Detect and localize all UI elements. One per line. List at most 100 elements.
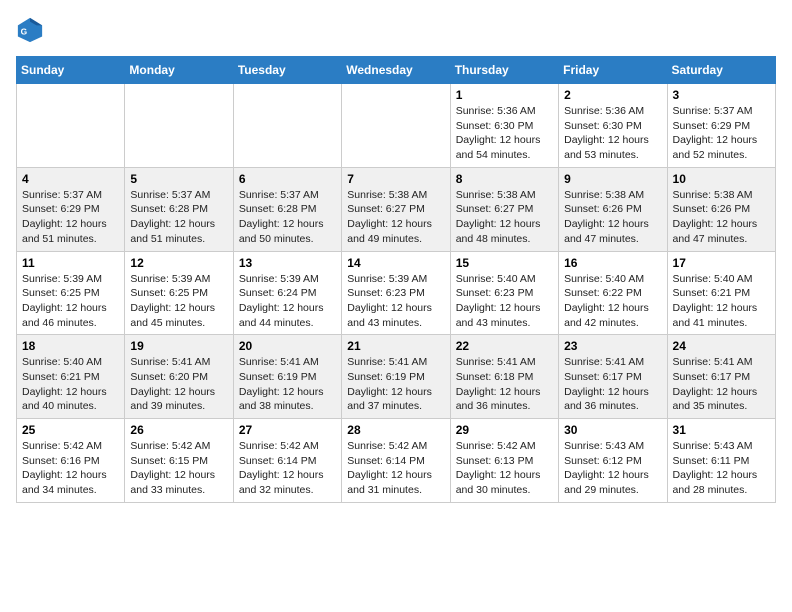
svg-text:G: G: [21, 27, 28, 37]
day-number: 27: [239, 423, 336, 437]
cell-content: Sunrise: 5:37 AM Sunset: 6:29 PM Dayligh…: [673, 104, 770, 163]
calendar-body: 1 Sunrise: 5:36 AM Sunset: 6:30 PM Daylig…: [17, 84, 776, 503]
cell-content: Sunrise: 5:38 AM Sunset: 6:27 PM Dayligh…: [347, 188, 444, 247]
cell-content: Sunrise: 5:38 AM Sunset: 6:26 PM Dayligh…: [564, 188, 661, 247]
calendar-cell: 8Sunrise: 5:38 AM Sunset: 6:27 PM Daylig…: [450, 167, 558, 251]
cell-content: Sunrise: 5:41 AM Sunset: 6:20 PM Dayligh…: [130, 355, 227, 414]
day-number: 28: [347, 423, 444, 437]
day-number: 15: [456, 256, 553, 270]
cell-content: Sunrise: 5:36 AM Sunset: 6:30 PM Dayligh…: [564, 104, 661, 163]
calendar-row: 25Sunrise: 5:42 AM Sunset: 6:16 PM Dayli…: [17, 419, 776, 503]
calendar-cell: 31 Sunrise: 5:43 AM Sunset: 6:11 PM Dayli…: [667, 419, 775, 503]
day-number: 11: [22, 256, 119, 270]
logo-icon: G: [16, 16, 44, 44]
page-header: G: [16, 16, 776, 44]
cell-content: Sunrise: 5:42 AM Sunset: 6:14 PM Dayligh…: [239, 439, 336, 498]
calendar-cell: 12 Sunrise: 5:39 AM Sunset: 6:25 PM Dayli…: [125, 251, 233, 335]
cell-content: Sunrise: 5:42 AM Sunset: 6:13 PM Dayligh…: [456, 439, 553, 498]
day-number: 1: [456, 88, 553, 102]
calendar-cell: 7 Sunrise: 5:38 AM Sunset: 6:27 PM Daylig…: [342, 167, 450, 251]
day-number: 7: [347, 172, 444, 186]
cell-content: Sunrise: 5:39 AM Sunset: 6:25 PM Dayligh…: [130, 272, 227, 331]
calendar-cell: [342, 84, 450, 168]
calendar-table: SundayMondayTuesdayWednesdayThursdayFrid…: [16, 56, 776, 503]
calendar-cell: 9 Sunrise: 5:38 AM Sunset: 6:26 PM Daylig…: [559, 167, 667, 251]
calendar-cell: 26Sunrise: 5:42 AM Sunset: 6:15 PM Dayli…: [125, 419, 233, 503]
cell-content: Sunrise: 5:40 AM Sunset: 6:21 PM Dayligh…: [22, 355, 119, 414]
cell-content: Sunrise: 5:42 AM Sunset: 6:15 PM Dayligh…: [130, 439, 227, 498]
day-number: 5: [130, 172, 227, 186]
cell-content: Sunrise: 5:36 AM Sunset: 6:30 PM Dayligh…: [456, 104, 553, 163]
day-number: 31: [673, 423, 770, 437]
calendar-row: 4 Sunrise: 5:37 AM Sunset: 6:29 PM Daylig…: [17, 167, 776, 251]
day-number: 19: [130, 339, 227, 353]
calendar-cell: 24 Sunrise: 5:41 AM Sunset: 6:17 PM Dayli…: [667, 335, 775, 419]
calendar-cell: 25Sunrise: 5:42 AM Sunset: 6:16 PM Dayli…: [17, 419, 125, 503]
calendar-cell: [17, 84, 125, 168]
cell-content: Sunrise: 5:38 AM Sunset: 6:26 PM Dayligh…: [673, 188, 770, 247]
cell-content: Sunrise: 5:40 AM Sunset: 6:23 PM Dayligh…: [456, 272, 553, 331]
day-number: 9: [564, 172, 661, 186]
calendar-cell: 27 Sunrise: 5:42 AM Sunset: 6:14 PM Dayli…: [233, 419, 341, 503]
calendar-cell: [233, 84, 341, 168]
calendar-row: 18 Sunrise: 5:40 AM Sunset: 6:21 PM Dayli…: [17, 335, 776, 419]
day-number: 29: [456, 423, 553, 437]
header-day: Friday: [559, 57, 667, 84]
day-number: 18: [22, 339, 119, 353]
calendar-cell: 15 Sunrise: 5:40 AM Sunset: 6:23 PM Dayli…: [450, 251, 558, 335]
header-day: Wednesday: [342, 57, 450, 84]
cell-content: Sunrise: 5:41 AM Sunset: 6:19 PM Dayligh…: [239, 355, 336, 414]
calendar-cell: 6Sunrise: 5:37 AM Sunset: 6:28 PM Daylig…: [233, 167, 341, 251]
day-number: 25: [22, 423, 119, 437]
calendar-row: 1 Sunrise: 5:36 AM Sunset: 6:30 PM Daylig…: [17, 84, 776, 168]
calendar-cell: 3Sunrise: 5:37 AM Sunset: 6:29 PM Daylig…: [667, 84, 775, 168]
calendar-cell: 21 Sunrise: 5:41 AM Sunset: 6:19 PM Dayli…: [342, 335, 450, 419]
calendar-cell: 14 Sunrise: 5:39 AM Sunset: 6:23 PM Dayli…: [342, 251, 450, 335]
day-number: 22: [456, 339, 553, 353]
day-number: 17: [673, 256, 770, 270]
day-number: 10: [673, 172, 770, 186]
header-day: Sunday: [17, 57, 125, 84]
calendar-cell: 16 Sunrise: 5:40 AM Sunset: 6:22 PM Dayli…: [559, 251, 667, 335]
day-number: 12: [130, 256, 227, 270]
calendar-cell: 18 Sunrise: 5:40 AM Sunset: 6:21 PM Dayli…: [17, 335, 125, 419]
calendar-cell: 19 Sunrise: 5:41 AM Sunset: 6:20 PM Dayli…: [125, 335, 233, 419]
day-number: 30: [564, 423, 661, 437]
cell-content: Sunrise: 5:39 AM Sunset: 6:24 PM Dayligh…: [239, 272, 336, 331]
cell-content: Sunrise: 5:43 AM Sunset: 6:12 PM Dayligh…: [564, 439, 661, 498]
day-number: 4: [22, 172, 119, 186]
calendar-cell: 29 Sunrise: 5:42 AM Sunset: 6:13 PM Dayli…: [450, 419, 558, 503]
day-number: 21: [347, 339, 444, 353]
day-number: 13: [239, 256, 336, 270]
calendar-cell: 11 Sunrise: 5:39 AM Sunset: 6:25 PM Dayli…: [17, 251, 125, 335]
day-number: 16: [564, 256, 661, 270]
day-number: 2: [564, 88, 661, 102]
cell-content: Sunrise: 5:40 AM Sunset: 6:22 PM Dayligh…: [564, 272, 661, 331]
cell-content: Sunrise: 5:43 AM Sunset: 6:11 PM Dayligh…: [673, 439, 770, 498]
cell-content: Sunrise: 5:41 AM Sunset: 6:17 PM Dayligh…: [673, 355, 770, 414]
header-day: Thursday: [450, 57, 558, 84]
calendar-cell: 4 Sunrise: 5:37 AM Sunset: 6:29 PM Daylig…: [17, 167, 125, 251]
header-day: Tuesday: [233, 57, 341, 84]
cell-content: Sunrise: 5:39 AM Sunset: 6:23 PM Dayligh…: [347, 272, 444, 331]
header-day: Monday: [125, 57, 233, 84]
day-number: 24: [673, 339, 770, 353]
logo: G: [16, 16, 48, 44]
day-number: 8: [456, 172, 553, 186]
calendar-cell: 30 Sunrise: 5:43 AM Sunset: 6:12 PM Dayli…: [559, 419, 667, 503]
cell-content: Sunrise: 5:37 AM Sunset: 6:28 PM Dayligh…: [130, 188, 227, 247]
cell-content: Sunrise: 5:37 AM Sunset: 6:28 PM Dayligh…: [239, 188, 336, 247]
cell-content: Sunrise: 5:41 AM Sunset: 6:18 PM Dayligh…: [456, 355, 553, 414]
header-row: SundayMondayTuesdayWednesdayThursdayFrid…: [17, 57, 776, 84]
day-number: 14: [347, 256, 444, 270]
cell-content: Sunrise: 5:37 AM Sunset: 6:29 PM Dayligh…: [22, 188, 119, 247]
calendar-cell: 2 Sunrise: 5:36 AM Sunset: 6:30 PM Daylig…: [559, 84, 667, 168]
cell-content: Sunrise: 5:39 AM Sunset: 6:25 PM Dayligh…: [22, 272, 119, 331]
calendar-cell: 5 Sunrise: 5:37 AM Sunset: 6:28 PM Daylig…: [125, 167, 233, 251]
cell-content: Sunrise: 5:41 AM Sunset: 6:19 PM Dayligh…: [347, 355, 444, 414]
calendar-cell: 22 Sunrise: 5:41 AM Sunset: 6:18 PM Dayli…: [450, 335, 558, 419]
calendar-cell: 20 Sunrise: 5:41 AM Sunset: 6:19 PM Dayli…: [233, 335, 341, 419]
day-number: 23: [564, 339, 661, 353]
day-number: 20: [239, 339, 336, 353]
calendar-cell: [125, 84, 233, 168]
